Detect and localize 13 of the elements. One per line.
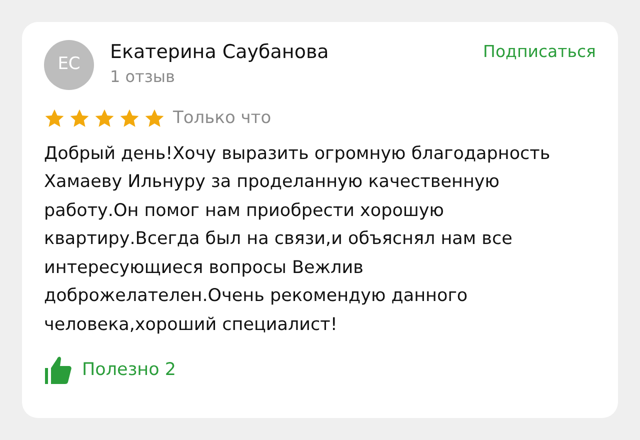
star-icon <box>144 108 165 130</box>
author-name: Екатерина Саубанова <box>110 40 330 65</box>
star-icon <box>94 108 115 130</box>
star-icon <box>44 108 65 130</box>
review-time: Только что <box>173 107 272 130</box>
avatar: ЕС <box>44 40 94 90</box>
review-count: 1 отзыв <box>110 66 176 88</box>
helpful-button[interactable]: Полезно 2 <box>44 355 176 385</box>
subscribe-link[interactable]: Подписаться <box>483 40 596 65</box>
review-text: Добрый день!Хочу выразить огромную благодарность Хамаеву Ильнуру за проделанную качественную работу.Он помог нам приобрести хорошую квартиру.Всегда был на связи,и объяснял нам все интересующиеся вопросы Вежлив доброжелателен.Очень рекомендую данного человека,хороший специалист! <box>44 142 552 336</box>
thumbs-up-icon <box>44 355 72 385</box>
star-icon <box>69 108 90 130</box>
star-icon <box>119 108 140 130</box>
